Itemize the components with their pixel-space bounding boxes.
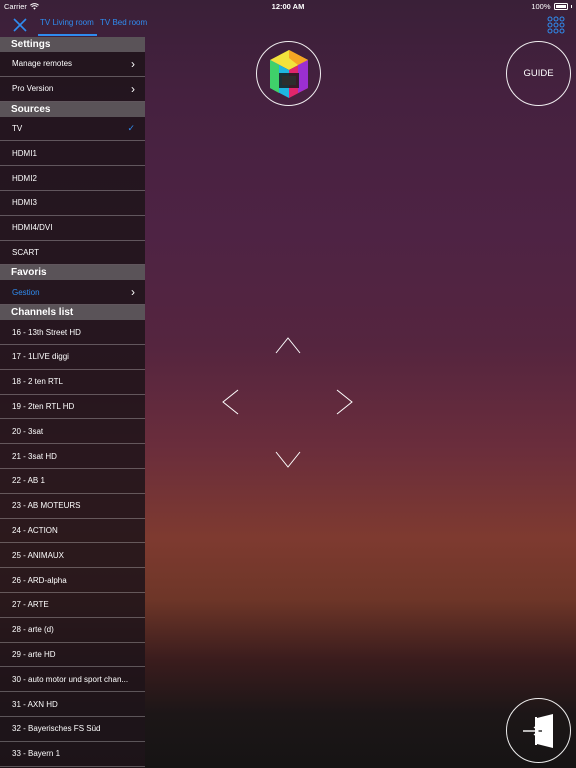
channel-item[interactable]: 18 - 2 ten RTL [0, 370, 145, 395]
menu-item-label: Gestion [12, 287, 40, 297]
source-label: HDMI3 [12, 198, 37, 208]
channel-item[interactable]: 25 - ANIMAUX [0, 543, 145, 569]
battery-icon [553, 2, 568, 10]
dpad [220, 335, 356, 471]
arrow-up-icon[interactable] [274, 335, 302, 355]
smart-hub-cube-icon [269, 49, 308, 98]
channel-item[interactable]: 23 - AB MOTEURS [0, 494, 145, 519]
status-time: 12:00 AM [271, 1, 305, 11]
channel-label: 21 - 3sat HD [12, 451, 57, 461]
source-label: TV [12, 123, 23, 133]
channel-item[interactable]: 33 - Bayern 1 [0, 742, 145, 767]
channel-label: 23 - AB MOTEURS [12, 501, 81, 511]
sidebar-menu: Settings Manage remotes › Pro Version › … [0, 37, 145, 768]
channel-label: 28 - arte (d) [12, 625, 54, 635]
channel-label: 27 - ARTE [12, 600, 49, 610]
channel-label: 33 - Bayern 1 [12, 749, 61, 759]
remote-grid-button[interactable] [546, 15, 566, 35]
status-left: Carrier [4, 2, 39, 11]
menu-item-gestion[interactable]: Gestion › [0, 280, 145, 306]
chevron-right-icon: › [131, 285, 135, 300]
source-label: HDMI4/DVI [12, 223, 53, 233]
menu-item-label: Manage remotes [12, 59, 73, 69]
source-item-hdmi4-dvi[interactable]: HDMI4/DVI [0, 216, 145, 241]
section-header-settings: Settings [0, 37, 145, 52]
chevron-right-icon: › [131, 56, 135, 71]
guide-label: GUIDE [523, 68, 554, 79]
source-label: SCART [12, 247, 39, 257]
channel-item[interactable]: 29 - arte HD [0, 643, 145, 668]
carrier-label: Carrier [4, 1, 27, 11]
channel-label: 16 - 13th Street HD [12, 327, 81, 337]
channel-item[interactable]: 21 - 3sat HD [0, 444, 145, 469]
status-bar: Carrier 12:00 AM 100% [0, 0, 576, 12]
channel-label: 29 - arte HD [12, 649, 56, 659]
source-label: HDMI1 [12, 148, 37, 158]
source-item-scart[interactable]: SCART [0, 241, 145, 266]
channel-label: 26 - ARD-alpha [12, 575, 67, 585]
channel-label: 25 - ANIMAUX [12, 550, 65, 560]
source-item-tv[interactable]: TV ✓ [0, 117, 145, 142]
wifi-icon [29, 2, 39, 10]
channel-label: 22 - AB 1 [12, 476, 45, 486]
channel-item[interactable]: 19 - 2ten RTL HD [0, 395, 145, 420]
channel-item[interactable]: 26 - ARD-alpha [0, 568, 145, 593]
section-header-favoris: Favoris [0, 265, 145, 281]
channel-item[interactable]: 24 - ACTION [0, 519, 145, 544]
top-bar: TV Living room TV Bed room [0, 12, 576, 37]
source-label: HDMI2 [12, 173, 37, 183]
channel-item[interactable]: 16 - 13th Street HD [0, 320, 145, 345]
close-menu-button[interactable] [10, 15, 30, 35]
grid-dots-icon [547, 16, 565, 34]
source-item-hdmi3[interactable]: HDMI3 [0, 191, 145, 216]
menu-item-label: Pro Version [12, 84, 54, 94]
channel-label: 31 - AXN HD [12, 699, 58, 709]
channel-item[interactable]: 17 - 1LIVE diggi [0, 345, 145, 370]
channel-item[interactable]: 20 - 3sat [0, 419, 145, 445]
channel-item[interactable]: 30 - auto motor und sport chan... [0, 667, 145, 693]
channel-label: 30 - auto motor und sport chan... [12, 674, 129, 684]
channel-label: 24 - ACTION [12, 525, 58, 535]
source-item-hdmi2[interactable]: HDMI2 [0, 166, 145, 191]
close-icon [13, 18, 27, 32]
chevron-right-icon: › [131, 81, 135, 96]
channel-item[interactable]: 32 - Bayerisches FS Süd [0, 717, 145, 742]
channel-item[interactable]: 31 - AXN HD [0, 692, 145, 717]
channel-label: 20 - 3sat [12, 426, 44, 436]
tab-tv-living-room[interactable]: TV Living room [40, 18, 94, 27]
active-tab-indicator [38, 34, 97, 36]
guide-button[interactable]: GUIDE [506, 41, 571, 106]
channel-item[interactable]: 28 - arte (d) [0, 618, 145, 643]
menu-item-pro-version[interactable]: Pro Version › [0, 77, 145, 102]
checkmark-icon: ✓ [127, 122, 135, 133]
section-header-channels: Channels list [0, 305, 145, 321]
channel-label: 17 - 1LIVE diggi [12, 352, 69, 362]
exit-button[interactable] [506, 698, 571, 763]
channel-label: 18 - 2 ten RTL [12, 377, 63, 387]
arrow-down-icon[interactable] [274, 450, 302, 470]
arrow-right-icon[interactable] [335, 388, 355, 416]
menu-item-manage-remotes[interactable]: Manage remotes › [0, 52, 145, 77]
channel-item[interactable]: 22 - AB 1 [0, 469, 145, 494]
channel-label: 32 - Bayerisches FS Süd [12, 724, 101, 734]
smart-hub-button[interactable] [256, 41, 321, 106]
exit-door-icon [522, 713, 553, 748]
channel-label: 19 - 2ten RTL HD [12, 401, 75, 411]
source-item-hdmi1[interactable]: HDMI1 [0, 141, 145, 167]
status-right: 100% [531, 2, 572, 11]
battery-cap [570, 4, 572, 8]
tab-tv-bed-room[interactable]: TV Bed room [100, 18, 147, 27]
battery-percent: 100% [531, 1, 551, 11]
section-header-sources: Sources [0, 101, 145, 117]
channel-item[interactable]: 27 - ARTE [0, 593, 145, 618]
arrow-left-icon[interactable] [220, 388, 240, 416]
